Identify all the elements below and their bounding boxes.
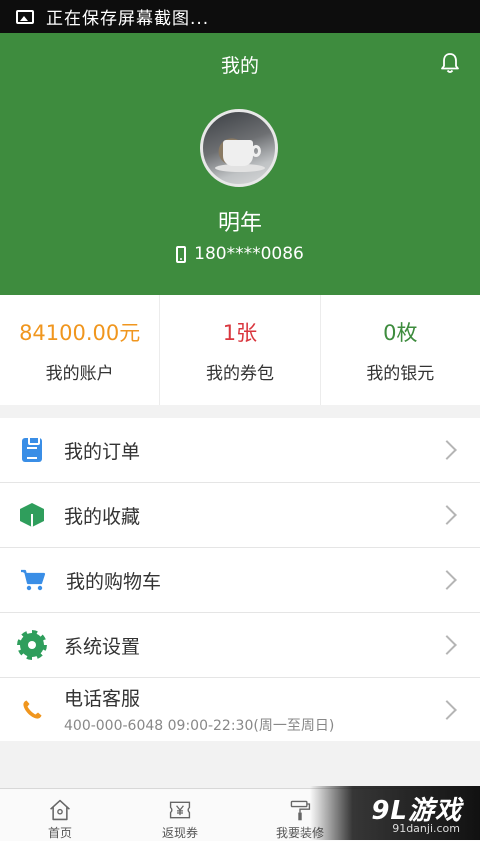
home-icon <box>50 799 70 821</box>
mobile-phone-icon <box>176 245 187 263</box>
stat-coupons[interactable]: 1张 我的券包 <box>160 295 321 405</box>
chevron-right-icon <box>437 635 457 655</box>
menu-item-orders[interactable]: 我的订单 <box>0 418 480 483</box>
support-hours: 400-000-6048 09:00-22:30(周一至周日) <box>64 718 335 734</box>
tab-label: 返现券 <box>161 826 198 840</box>
tab-label: 首页 <box>47 826 72 840</box>
stat-coupons-label: 我的券包 <box>205 364 274 384</box>
stat-coupons-value: 1张 <box>222 321 258 345</box>
yen-ticket-icon <box>169 801 191 819</box>
stat-account[interactable]: 84100.00元 我的账户 <box>0 295 161 405</box>
menu-item-label: 我的购物车 <box>66 570 162 593</box>
username: 明年 <box>217 211 262 236</box>
stat-silver[interactable]: 0枚 我的银元 <box>321 295 480 405</box>
menu-item-settings[interactable]: 系统设置 <box>0 613 480 678</box>
menu-item-support[interactable]: 电话客服 400-000-6048 09:00-22:30(周一至周日) <box>0 678 480 741</box>
avatar[interactable] <box>200 109 278 187</box>
stat-silver-label: 我的银元 <box>366 364 435 384</box>
status-text: 正在保存屏幕截图... <box>46 9 210 29</box>
chevron-right-icon <box>437 699 457 720</box>
menu-item-label: 电话客服 <box>64 688 141 710</box>
chevron-right-icon <box>437 570 457 590</box>
stat-account-label: 我的账户 <box>45 364 114 384</box>
menu-item-cart[interactable]: 我的购物车 <box>0 548 480 613</box>
menu-item-label: 我的订单 <box>64 440 141 463</box>
stat-silver-value: 0枚 <box>383 321 418 345</box>
watermark-url: 91danji.com <box>392 822 460 835</box>
chevron-right-icon <box>437 505 457 525</box>
profile-header: 我的 明年 180****0086 <box>0 33 480 295</box>
support-text: 电话客服 400-000-6048 09:00-22:30(周一至周日) <box>64 684 334 735</box>
phone-number: 180****0086 <box>194 244 304 264</box>
phone-handset-icon <box>23 700 42 719</box>
tab-coupons[interactable]: 返现券 <box>120 789 240 841</box>
bell-icon[interactable] <box>440 52 460 74</box>
menu-item-label: 我的收藏 <box>64 505 141 528</box>
menu-item-label: 系统设置 <box>64 635 141 658</box>
box-icon <box>20 503 44 527</box>
stats-bar: 84100.00元 我的账户 1张 我的券包 0枚 我的银元 <box>0 295 480 405</box>
chevron-right-icon <box>437 440 457 460</box>
watermark: 9L游戏 91danji.com <box>310 786 480 840</box>
tab-home[interactable]: 首页 <box>0 789 120 841</box>
clipboard-icon <box>22 436 42 462</box>
image-icon <box>16 9 34 24</box>
gear-icon <box>20 633 44 657</box>
menu-item-favorites[interactable]: 我的收藏 <box>0 483 480 548</box>
menu-list: 我的订单 我的收藏 我的购物车 系统设置 电话客服 400-000-6048 0… <box>0 418 480 741</box>
stat-account-value: 84100.00元 <box>19 321 141 345</box>
cart-icon <box>21 569 46 591</box>
phone-row: 180****0086 <box>0 244 480 264</box>
status-bar: 正在保存屏幕截图... <box>0 0 480 33</box>
page-title: 我的 <box>220 55 259 77</box>
